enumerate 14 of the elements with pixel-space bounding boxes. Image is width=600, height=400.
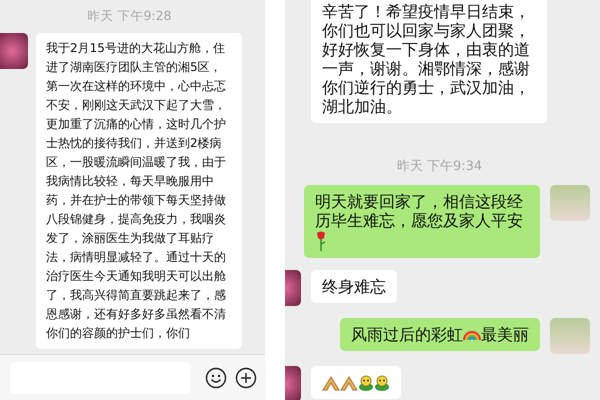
message-text: 风雨过后的彩虹 bbox=[351, 324, 463, 344]
message-text: 明天就要回家了，相信这段经历毕生难忘，愿您及家人平安 bbox=[315, 192, 523, 230]
plus-icon[interactable] bbox=[235, 366, 257, 388]
emoji-icon[interactable] bbox=[205, 366, 227, 388]
rainbow-icon bbox=[463, 330, 481, 340]
message-text: 我于2月15号进的大花山方舱，住进了湖南医疗团队主管的湘5区，第一次在这样的环境中，心中忐忑不安，刚刚这天武汉下起了大雪，更加重了沉痛的心情，这时几个护士热忱的接待我们，并送到2楼病区，一股暖流瞬间温暖了我，由于我病情比较轻，每天早晚服用中药，并在护士的带领下每天坚持做八段锦健身，提高免疫力，我咽炎发了，涂丽医生为我做了耳贴疗法，病情明显减轻了。通过十天的治疗医生今天通知我明天可以出舱了，我高兴得简直要跳起来了，感恩感谢，还有好多好多虽然看不清你们的容颜的护士们，你们 bbox=[46, 41, 226, 340]
message-text: 辛苦了！希望疫情早日结束，你们也可以回家与家人团聚，好好恢复一下身体，由衷的道一声，谢谢。湘鄂情深，感谢你们逆行的勇士，武汉加油，湖北加油。 bbox=[322, 2, 530, 116]
timestamp: 昨天 下午9:28 bbox=[87, 8, 172, 25]
frog-icon bbox=[374, 375, 390, 392]
rose-icon bbox=[315, 230, 327, 251]
message-text: 终身难忘 bbox=[322, 276, 386, 296]
timestamp: 昨天 下午9:34 bbox=[396, 158, 482, 175]
message-text: 最美丽 bbox=[481, 324, 529, 344]
frog-icon bbox=[358, 375, 374, 392]
